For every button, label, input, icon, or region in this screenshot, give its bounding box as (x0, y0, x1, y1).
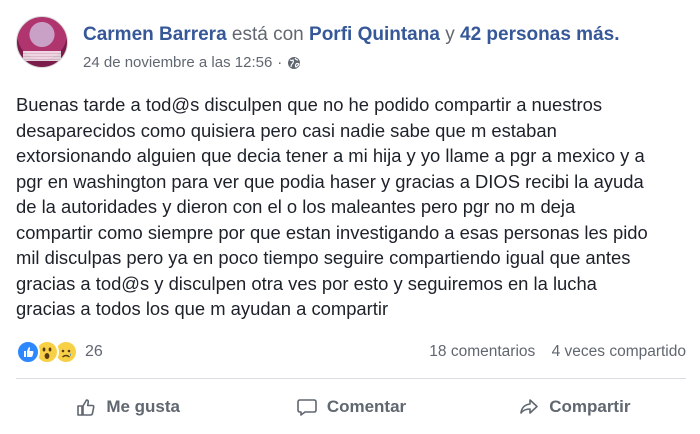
reaction-count: 26 (85, 343, 103, 360)
with-text: está con (231, 24, 304, 45)
avatar-caption (23, 51, 61, 61)
comment-icon (297, 399, 317, 416)
facebook-post: Carmen Barrera está con Porfi Quintana y… (0, 0, 700, 434)
share-button-label: Compartir (549, 397, 631, 416)
reactions-summary[interactable]: 26 (16, 340, 103, 364)
avatar[interactable] (16, 16, 68, 68)
shares-count-link[interactable]: 4 veces compartido (552, 343, 686, 360)
share-button[interactable]: Compartir (463, 388, 686, 426)
tagged-person-link[interactable]: Porfi Quintana (309, 24, 440, 45)
divider (16, 378, 686, 379)
comment-button-label: Comentar (326, 397, 407, 416)
share-arrow-icon (520, 399, 539, 414)
action-bar: Me gusta Comentar Compartir (16, 388, 686, 426)
meta-separator: · (277, 54, 283, 71)
author-link[interactable]: Carmen Barrera (83, 24, 227, 45)
post-text: Buenas tarde a tod@s disculpen que no he… (16, 94, 648, 319)
others-link[interactable]: 42 personas más. (460, 24, 619, 45)
post-stats: 18 comentarios 4 veces compartido (429, 343, 686, 361)
post-header: Carmen Barrera está con Porfi Quintana y… (83, 24, 619, 46)
like-icon (16, 340, 40, 364)
post-meta: 24 de noviembre a las 12:56 · (83, 54, 301, 71)
timestamp-link[interactable]: 24 de noviembre a las 12:56 (83, 54, 272, 71)
and-text: y (445, 24, 455, 45)
comment-button[interactable]: Comentar (239, 388, 462, 426)
like-button-label: Me gusta (106, 397, 180, 416)
comments-count-link[interactable]: 18 comentarios (429, 343, 535, 360)
globe-icon[interactable] (287, 56, 301, 70)
like-button[interactable]: Me gusta (16, 388, 239, 426)
thumbs-up-icon (77, 399, 95, 416)
